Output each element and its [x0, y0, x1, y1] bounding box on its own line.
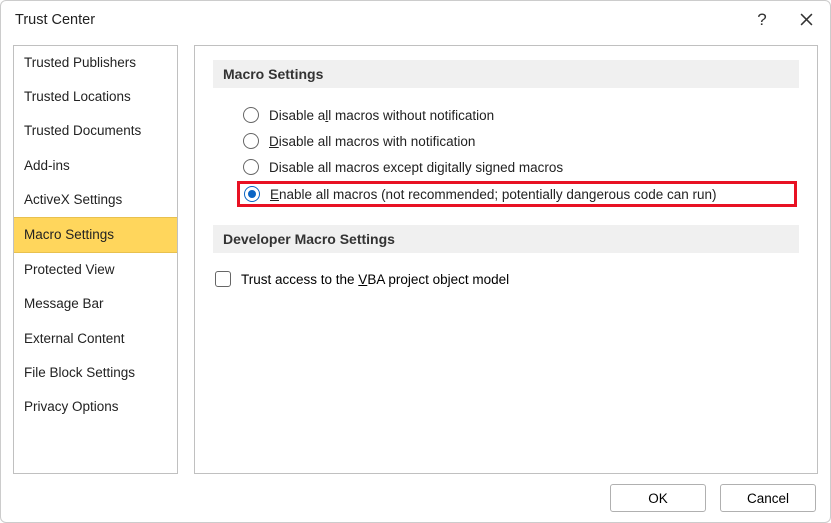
- radio-icon: [243, 133, 259, 149]
- sidebar-item-label: Trusted Locations: [24, 89, 131, 104]
- radio-label: Disable all macros with notification: [269, 134, 475, 149]
- sidebar-item-external-content[interactable]: External Content: [14, 322, 177, 356]
- sidebar-item-activex-settings[interactable]: ActiveX Settings: [14, 183, 177, 217]
- radio-label: Disable all macros except digitally sign…: [269, 160, 563, 175]
- main-area: Trusted Publishers Trusted Locations Trust…: [13, 45, 818, 474]
- radio-icon: [243, 159, 259, 175]
- sidebar-item-macro-settings[interactable]: Macro Settings: [14, 217, 177, 253]
- dialog-footer: OK Cancel: [610, 484, 816, 512]
- radio-option-0[interactable]: Disable all macros without notification: [237, 102, 799, 128]
- radio-option-1[interactable]: Disable all macros with notification: [237, 128, 799, 154]
- radio-icon: [243, 107, 259, 123]
- sidebar-item-privacy-options[interactable]: Privacy Options: [14, 390, 177, 424]
- radio-option-2[interactable]: Disable all macros except digitally sign…: [237, 154, 799, 180]
- sidebar-item-label: External Content: [24, 331, 125, 346]
- sidebar-item-protected-view[interactable]: Protected View: [14, 253, 177, 287]
- help-icon[interactable]: ?: [752, 10, 772, 30]
- dialog-title: Trust Center: [15, 12, 95, 28]
- sidebar-item-trusted-publishers[interactable]: Trusted Publishers: [14, 46, 177, 80]
- radio-label: Disable all macros without notification: [269, 108, 494, 123]
- cancel-label: Cancel: [747, 491, 789, 506]
- sidebar-item-label: File Block Settings: [24, 365, 135, 380]
- content-panel: Macro Settings Disable all macros withou…: [194, 45, 818, 474]
- sidebar-item-add-ins[interactable]: Add-ins: [14, 149, 177, 183]
- sidebar-item-message-bar[interactable]: Message Bar: [14, 287, 177, 321]
- ok-label: OK: [648, 491, 668, 506]
- sidebar: Trusted Publishers Trusted Locations Trust…: [13, 45, 178, 474]
- radio-label: Enable all macros (not recommended; pote…: [270, 187, 717, 202]
- checkbox-vba-access[interactable]: Trust access to the VBA project object m…: [213, 267, 799, 287]
- sidebar-item-file-block-settings[interactable]: File Block Settings: [14, 356, 177, 390]
- sidebar-item-label: ActiveX Settings: [24, 192, 122, 207]
- section-header-developer: Developer Macro Settings: [213, 225, 799, 253]
- sidebar-item-label: Add-ins: [24, 158, 70, 173]
- sidebar-item-label: Trusted Publishers: [24, 55, 136, 70]
- close-icon[interactable]: [796, 9, 816, 29]
- radio-group-macro: Disable all macros without notification D…: [213, 102, 799, 207]
- radio-icon: [244, 186, 260, 202]
- cancel-button[interactable]: Cancel: [720, 484, 816, 512]
- ok-button[interactable]: OK: [610, 484, 706, 512]
- sidebar-item-label: Privacy Options: [24, 399, 119, 414]
- checkbox-icon: [215, 271, 231, 287]
- sidebar-item-trusted-locations[interactable]: Trusted Locations: [14, 80, 177, 114]
- sidebar-item-label: Protected View: [24, 262, 115, 277]
- titlebar: Trust Center ?: [1, 1, 830, 39]
- section-header-macro-settings: Macro Settings: [213, 60, 799, 88]
- sidebar-item-label: Macro Settings: [24, 227, 114, 242]
- radio-option-3[interactable]: Enable all macros (not recommended; pote…: [237, 181, 797, 207]
- sidebar-item-trusted-documents[interactable]: Trusted Documents: [14, 114, 177, 148]
- checkbox-label: Trust access to the VBA project object m…: [241, 272, 509, 287]
- sidebar-item-label: Message Bar: [24, 296, 104, 311]
- sidebar-item-label: Trusted Documents: [24, 123, 141, 138]
